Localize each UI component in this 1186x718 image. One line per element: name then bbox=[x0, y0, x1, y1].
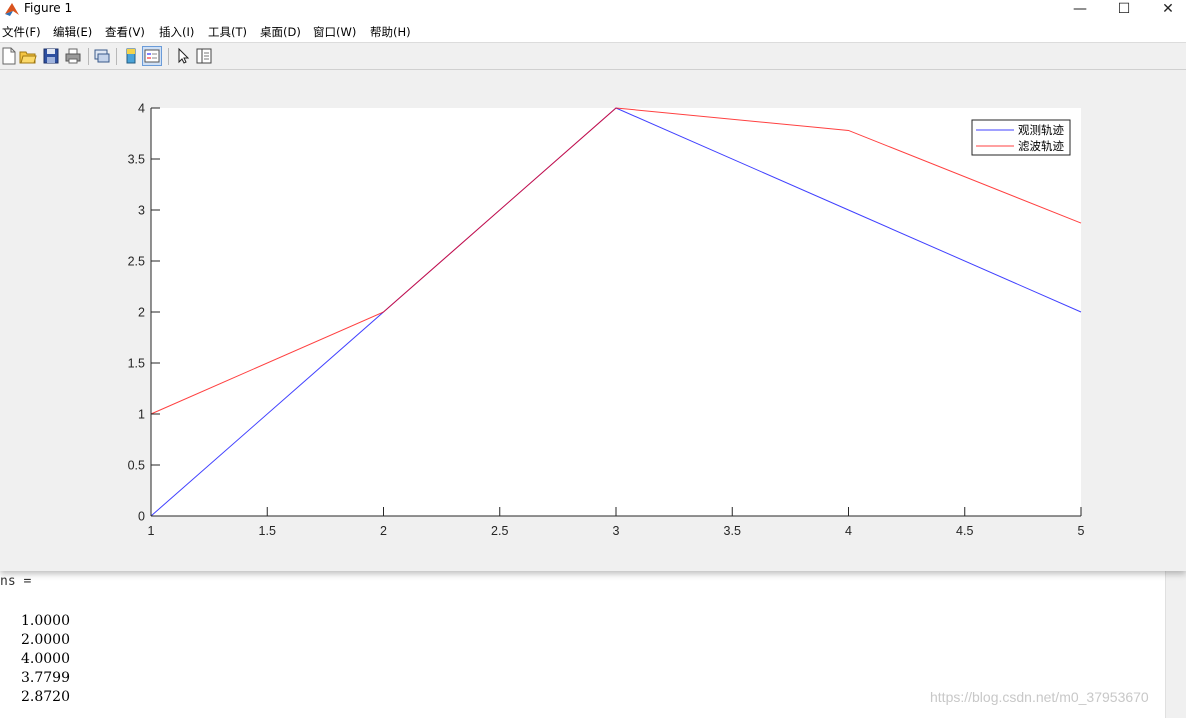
ans-value: 4.0000 bbox=[21, 651, 70, 667]
x-tick-label: 4 bbox=[845, 524, 852, 538]
y-tick-label: 2 bbox=[138, 306, 145, 320]
y-tick-label: 4 bbox=[138, 102, 145, 116]
plot-area: 1 1.5 2 2.5 3 3.5 4 4.5 5 0 0.5 1 1.5 2 2.5 3 3.5 4 观测轨迹滤… bbox=[128, 102, 1085, 539]
ans-value: 2.8720 bbox=[21, 689, 70, 705]
x-tick-label: 5 bbox=[1078, 524, 1085, 538]
ans-label: ns = bbox=[0, 574, 32, 589]
x-tick-label: 1.5 bbox=[259, 524, 276, 538]
x-tick-label: 4.5 bbox=[956, 524, 973, 538]
y-tick-label: 3.5 bbox=[128, 153, 145, 167]
x-tick-label: 1 bbox=[148, 524, 155, 538]
axes-background bbox=[151, 108, 1081, 516]
x-tick-label: 2.5 bbox=[491, 524, 508, 538]
legend-label-1: 滤波轨迹 bbox=[1018, 139, 1064, 153]
legend-label-0: 观测轨迹 bbox=[1018, 123, 1064, 137]
console-scrollbar[interactable] bbox=[1165, 571, 1186, 718]
y-tick-label: 1 bbox=[138, 408, 145, 422]
y-tick-label: 3 bbox=[138, 204, 145, 218]
y-tick-label: 0 bbox=[138, 510, 145, 524]
x-tick-label: 3 bbox=[613, 524, 620, 538]
watermark: https://blog.csdn.net/m0_37953670 bbox=[930, 689, 1149, 705]
ans-value: 1.0000 bbox=[21, 613, 70, 629]
x-tick-label: 2 bbox=[380, 524, 387, 538]
x-tick-label: 3.5 bbox=[724, 524, 741, 538]
ans-value: 2.0000 bbox=[21, 632, 70, 648]
y-tick-label: 2.5 bbox=[128, 255, 145, 269]
y-tick-label: 1.5 bbox=[128, 357, 145, 371]
ans-value: 3.7799 bbox=[21, 670, 70, 686]
figure-window: Figure 1 — ☐ ✕ 文件(F) 编辑(E) 查看(V) 插入(I) 工… bbox=[0, 0, 1186, 571]
y-tick-label: 0.5 bbox=[128, 459, 145, 473]
